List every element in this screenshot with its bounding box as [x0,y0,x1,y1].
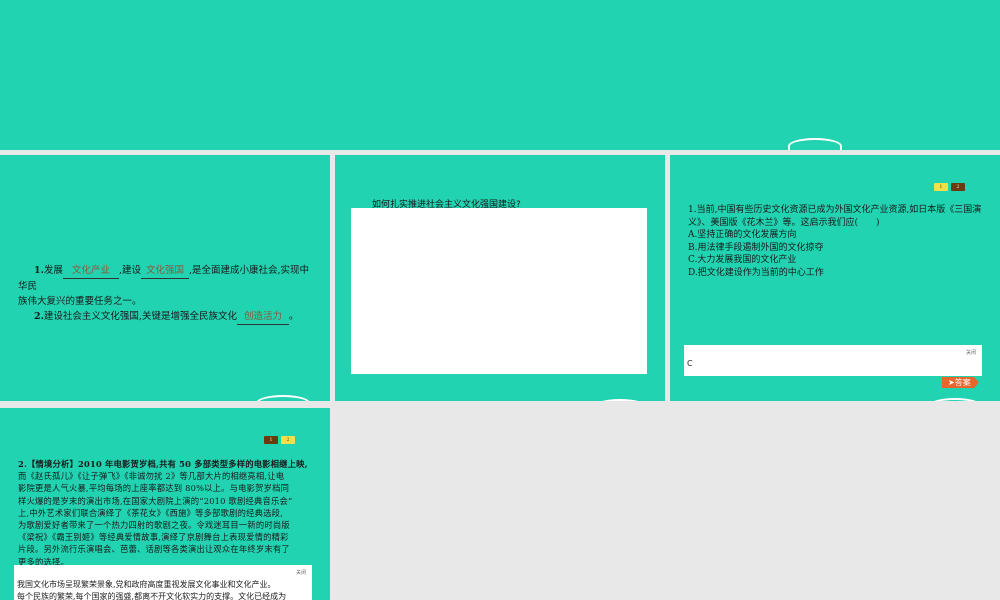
fill-block: 1.发展 文化产业 ,建设 文化强国 ,是全面建成小康社会,实现中华民 族伟大复兴的重要… [18,263,318,325]
fill-line-1-cont: 族伟大复兴的重要任务之一。 [18,296,142,307]
page-tab-2[interactable]: 2 [951,183,965,191]
option-a: A.坚持正确的文化发展方向 [688,230,797,240]
option-c: C.大力发展我国的文化产业 [688,255,797,265]
answer-value: C [687,359,693,368]
close-button[interactable]: 关闭 [966,349,976,356]
situation-line: 片段。另外流行乐演唱会、芭蕾、话剧等各类演出让观众在年终岁末有了 [18,544,290,555]
option-d: D.把文化建设作为当前的中心工作 [688,267,824,278]
situation-block: 2.【情境分析】2010 年电影贺岁档,共有 50 多部类型多样的电影相继上映,… [18,458,318,568]
page-switcher: 1 2 [934,183,965,191]
answer-area[interactable] [351,208,647,374]
item-number: 1. [34,265,44,276]
answer-button[interactable]: ➤答案 [942,377,979,388]
question-line: 义》、美国版《花木兰》等。这启示我们应( ) [688,217,880,228]
answer-arrow-icon: ➤ [948,378,955,387]
item-number: 2. [34,311,44,322]
close-button[interactable]: 关闭 [296,569,306,576]
fill-line-2: 2.建设社会主义文化强国,关键是增强全民族文化 创造活力。 [18,309,318,325]
text-segment: 。 [288,311,299,322]
situation-line: 影院更是人气火暴,平均每场的上座率都达到 80%以上。与电影贺岁档同 [18,483,290,494]
question-block: 1.当前,中国有些历史文化资源已成为外国文化产业资源,如日本版《三国演 义》、美… [688,204,988,279]
wave-decoration [256,395,310,401]
situation-line: 上,中外艺术家们联合演绎了《茶花女》《西施》等多部歌剧的经典选段, [18,507,283,518]
slide-1[interactable] [0,0,1000,150]
wave-decoration [593,399,647,401]
situation-line: 而《赵氏孤儿》《让子弹飞》《非诚勿扰 2》等几部大片的相继亮相,让电 [18,471,285,482]
wave-decoration [788,138,842,150]
situation-line: 2.【情境分析】2010 年电影贺岁档,共有 50 多部类型多样的电影相继上映, [18,459,308,469]
option-b: B.用法律手段遏制外国的文化掠夺 [688,242,824,253]
fill-line-1: 1.发展 文化产业 ,建设 文化强国 ,是全面建成小康社会,实现中华民 [18,263,318,294]
wave-decoration [928,398,982,401]
answer-panel: 关闭 我国文化市场呈现繁荣景象,党和政府高度重视发展文化事业和文化产业。 每个民… [14,565,312,600]
page-tab-1[interactable]: 1 [934,183,948,191]
answer-panel: 关闭 C [684,345,982,376]
page-tab-2[interactable]: 2 [281,436,295,444]
answer-button-label: 答案 [954,378,971,387]
question-line: 1.当前,中国有些历史文化资源已成为外国文化产业资源,如日本版《三国演 [688,205,982,215]
answer-blank-2: 文化强国 [140,263,189,279]
situation-line: 《梁祝》《霸王别姬》等经典爱情故事,演绎了京剧舞台上表现爱情的精彩 [18,532,289,543]
situation-line: 样火爆的是岁末的演出市场,在国家大剧院上演的“2010 歌剧经典音乐会” [18,495,293,506]
text-segment: ,建设 [118,265,141,276]
slide-5[interactable]: 1 2 2.【情境分析】2010 年电影贺岁档,共有 50 多部类型多样的电影相… [0,408,330,600]
answer-line: 我国文化市场呈现繁荣景象,党和政府高度重视发展文化事业和文化产业。 [17,580,276,589]
slide-2[interactable]: 1.发展 文化产业 ,建设 文化强国 ,是全面建成小康社会,实现中华民 族伟大复兴的重要… [0,155,330,401]
answer-line: 每个民族的繁荣,每个国家的强盛,都离不开文化软实力的支撑。文化已经成为 [17,592,287,600]
answer-blank-3: 创造活力 [236,309,289,325]
text-segment: 发展 [43,265,63,276]
situation-line: 为歌剧爱好者带来了一个热力四射的歌剧之夜。令戏迷耳目一新的时尚版 [18,520,290,531]
page-tab-1[interactable]: 1 [264,436,278,444]
answer-text: 我国文化市场呈现繁荣景象,党和政府高度重视发展文化事业和文化产业。 每个民族的繁… [17,579,286,600]
slide-4[interactable]: 1 2 1.当前,中国有些历史文化资源已成为外国文化产业资源,如日本版《三国演 … [670,155,1000,401]
text-segment: 建设社会主义文化强国,关键是增强全民族文化 [43,311,237,322]
slide-3[interactable]: 如何扎实推进社会主义文化强国建设? [335,155,665,401]
answer-blank-1: 文化产业 [62,263,119,279]
page-switcher: 1 2 [264,436,295,444]
